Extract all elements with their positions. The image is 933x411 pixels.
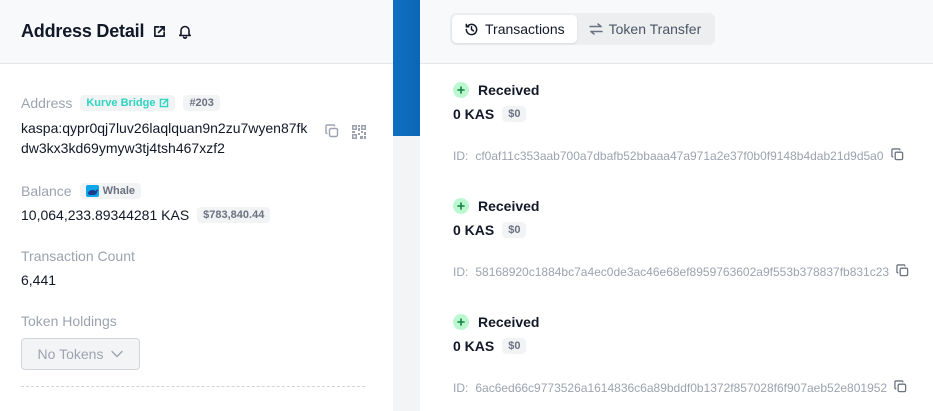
plus-icon: [453, 82, 469, 98]
balance-usd-badge: $783,840.44: [197, 207, 271, 223]
token-holdings-label: Token Holdings: [21, 313, 117, 329]
transaction-id[interactable]: cf0af11c353aab700a7dbafb52bbaaa47a971a2e…: [475, 149, 883, 163]
transaction-amount: 0 KAS: [453, 106, 495, 122]
token-holdings-select[interactable]: No Tokens: [21, 338, 140, 370]
transaction-amount: 0 KAS: [453, 222, 495, 238]
transaction-type: Received: [478, 198, 540, 214]
bell-icon[interactable]: [178, 24, 192, 39]
transaction-type: Received: [478, 82, 540, 98]
address-header: Address Detail: [0, 0, 393, 64]
transaction-count-label: Transaction Count: [21, 248, 135, 264]
tab-token-transfer[interactable]: Token Transfer: [577, 15, 714, 43]
divider: [21, 386, 365, 387]
transaction-usd-badge: $0: [502, 338, 527, 354]
rank-badge: #203: [183, 95, 220, 111]
transaction-id-label: ID:: [453, 149, 469, 163]
background-stripe: [393, 0, 420, 136]
transaction-type: Received: [478, 314, 540, 330]
history-icon: [465, 23, 478, 35]
copy-icon[interactable]: [890, 148, 904, 164]
transaction-id[interactable]: 6ac6ed66c9773526a1614836c6a89bddf0b1372f…: [475, 381, 887, 395]
plus-icon: [453, 314, 469, 330]
whale-icon: [85, 185, 99, 197]
tab-bar: Transactions Token Transfer: [450, 13, 716, 45]
transaction-amount: 0 KAS: [453, 338, 495, 354]
transaction-usd-badge: $0: [502, 222, 527, 238]
transaction-item: Received 0 KAS $0 ID: cf0af11c353aab700a…: [453, 82, 904, 164]
transaction-usd-badge: $0: [502, 106, 527, 122]
balance-value: 10,064,233.89344281 KAS: [21, 207, 190, 223]
transaction-id-label: ID:: [453, 265, 469, 279]
balance-block: Balance Whale 10,064,233.89344281 KAS $7…: [21, 182, 372, 225]
page-title: Address Detail: [21, 21, 145, 41]
transactions-panel: Transactions Token Transfer Received 0 K…: [420, 0, 933, 411]
external-link-icon: [160, 98, 169, 108]
token-holdings-block: Token Holdings No Tokens: [21, 312, 372, 370]
balance-label: Balance: [21, 183, 72, 199]
transaction-id-label: ID:: [453, 381, 469, 395]
whale-badge: Whale: [79, 183, 141, 199]
address-block: Address Kurve Bridge #203 kaspa:qypr0qj7…: [21, 94, 372, 158]
transaction-item: Received 0 KAS $0 ID: 58168920c1884bc7a4…: [453, 198, 909, 280]
transfer-arrows-icon: [588, 23, 603, 35]
external-link-icon[interactable]: [153, 25, 166, 38]
qr-code-icon[interactable]: [351, 124, 367, 145]
kurve-bridge-tag[interactable]: Kurve Bridge: [80, 95, 176, 111]
tab-transactions[interactable]: Transactions: [452, 15, 577, 43]
transaction-item: Received 0 KAS $0 ID: 6ac6ed66c9773526a1…: [453, 314, 907, 396]
copy-icon[interactable]: [894, 380, 907, 396]
plus-icon: [453, 198, 469, 214]
chevron-down-icon: [111, 350, 124, 358]
transaction-id[interactable]: 58168920c1884bc7a4ec0de3ac46e68ef8959763…: [475, 265, 889, 279]
transaction-count-value: 6,441: [21, 272, 57, 288]
copy-icon[interactable]: [896, 264, 909, 280]
address-value: kaspa:qypr0qj7luv26laqlquan9n2zu7wyen87f…: [21, 120, 308, 156]
address-label: Address: [21, 95, 73, 111]
copy-icon[interactable]: [325, 124, 339, 145]
address-panel: Address Detail Address Kurve Bridge #203…: [0, 0, 393, 411]
transaction-count-block: Transaction Count 6,441: [21, 247, 372, 290]
